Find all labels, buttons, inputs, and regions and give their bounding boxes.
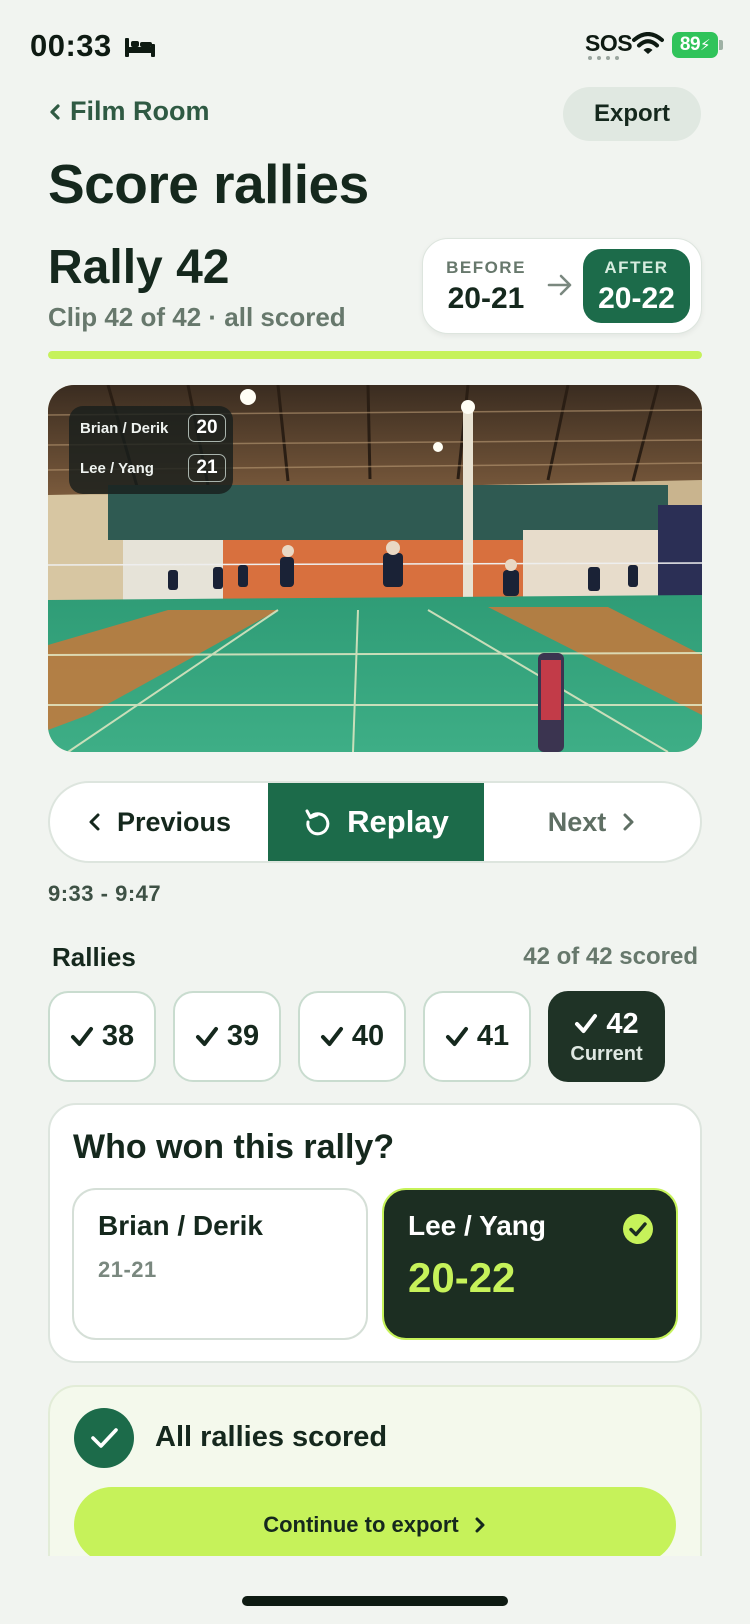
back-link-label: Film Room [70, 96, 210, 126]
rallies-heading: Rallies [52, 942, 136, 972]
before-score: 20-21 [447, 282, 525, 315]
overlay-team1-score: 20 [188, 414, 226, 442]
team-b-name: Lee / Yang [408, 1210, 546, 1241]
all-scored-message: All rallies scored [155, 1421, 388, 1453]
overlay-team2-name: Lee / Yang [80, 459, 154, 477]
playback-controls: Previous Replay Next [48, 781, 702, 863]
rally-chip-number: 40 [351, 1020, 385, 1052]
export-button[interactable]: Export [563, 87, 701, 141]
previous-button[interactable]: Previous [50, 783, 268, 861]
rally-chip-41[interactable]: 41 [423, 991, 531, 1082]
scoring-progress-bar [48, 351, 702, 359]
all-scored-check-icon [74, 1408, 134, 1468]
status-time: 00:33 [30, 28, 112, 63]
next-label: Next [547, 806, 607, 837]
check-icon [320, 1026, 343, 1046]
battery-tip [719, 40, 723, 50]
rally-chip-40[interactable]: 40 [298, 991, 406, 1082]
team-b-score: 20-22 [408, 1254, 516, 1301]
chevron-left-icon [50, 103, 60, 120]
next-button[interactable]: Next [484, 783, 700, 861]
check-icon [70, 1026, 93, 1046]
scoring-progress-fill [48, 351, 702, 359]
before-label: BEFORE [446, 258, 526, 277]
chevron-right-icon [623, 813, 634, 831]
overlay-team1-name: Brian / Derik [80, 419, 169, 437]
current-label: Current [570, 1042, 643, 1065]
team-a-score: 21-21 [98, 1257, 157, 1282]
home-indicator[interactable] [242, 1596, 508, 1606]
arrow-right-icon [547, 274, 572, 296]
rally-chip-38[interactable]: 38 [48, 991, 156, 1082]
bottom-fade [0, 1556, 750, 1624]
after-label: AFTER [604, 258, 669, 277]
continue-label: Continue to export [263, 1512, 459, 1537]
team-a-name: Brian / Derik [98, 1210, 263, 1241]
overlay-team2-score: 21 [188, 454, 226, 482]
rally-chip-number: 41 [476, 1020, 510, 1052]
page-title: Score rallies [48, 153, 369, 215]
battery-indicator: 89 ⚡ [672, 32, 718, 58]
rally-chip-number: 38 [101, 1020, 135, 1052]
bed-icon [125, 38, 155, 57]
check-icon [445, 1026, 468, 1046]
rally-subtitle: Clip 42 of 42 · all scored [48, 302, 346, 332]
check-icon [91, 1428, 118, 1448]
clip-time-range: 9:33 - 9:47 [48, 881, 162, 906]
previous-label: Previous [116, 806, 232, 837]
rally-chip-number: 42 [606, 1007, 639, 1040]
rallies-scored-count: 42 of 42 scored [523, 943, 698, 970]
continue-to-export-button[interactable]: Continue to export [74, 1487, 676, 1563]
rally-chip-42-current[interactable]: 42 Current [548, 991, 665, 1082]
rally-chip-39[interactable]: 39 [173, 991, 281, 1082]
video-score-overlay: Brian / Derik 20 Lee / Yang 21 [69, 406, 233, 494]
winner-question: Who won this rally? [73, 1128, 395, 1166]
chevron-left-icon [89, 813, 100, 831]
check-icon [195, 1026, 218, 1046]
rally-chip-number: 39 [226, 1020, 260, 1052]
check-icon [575, 1014, 598, 1033]
wifi-icon [632, 32, 664, 54]
back-link[interactable]: Film Room [48, 96, 210, 127]
chevron-right-icon [475, 1517, 485, 1533]
rally-title: Rally 42 [48, 241, 230, 294]
after-score: 20-22 [598, 282, 675, 315]
cellular-dots-icon [588, 56, 619, 60]
check-circle-icon [623, 1214, 653, 1244]
replay-button[interactable]: Replay [268, 783, 484, 861]
sos-indicator: SOS [585, 30, 633, 56]
replay-label: Replay [347, 804, 449, 839]
replay-icon [305, 809, 330, 836]
